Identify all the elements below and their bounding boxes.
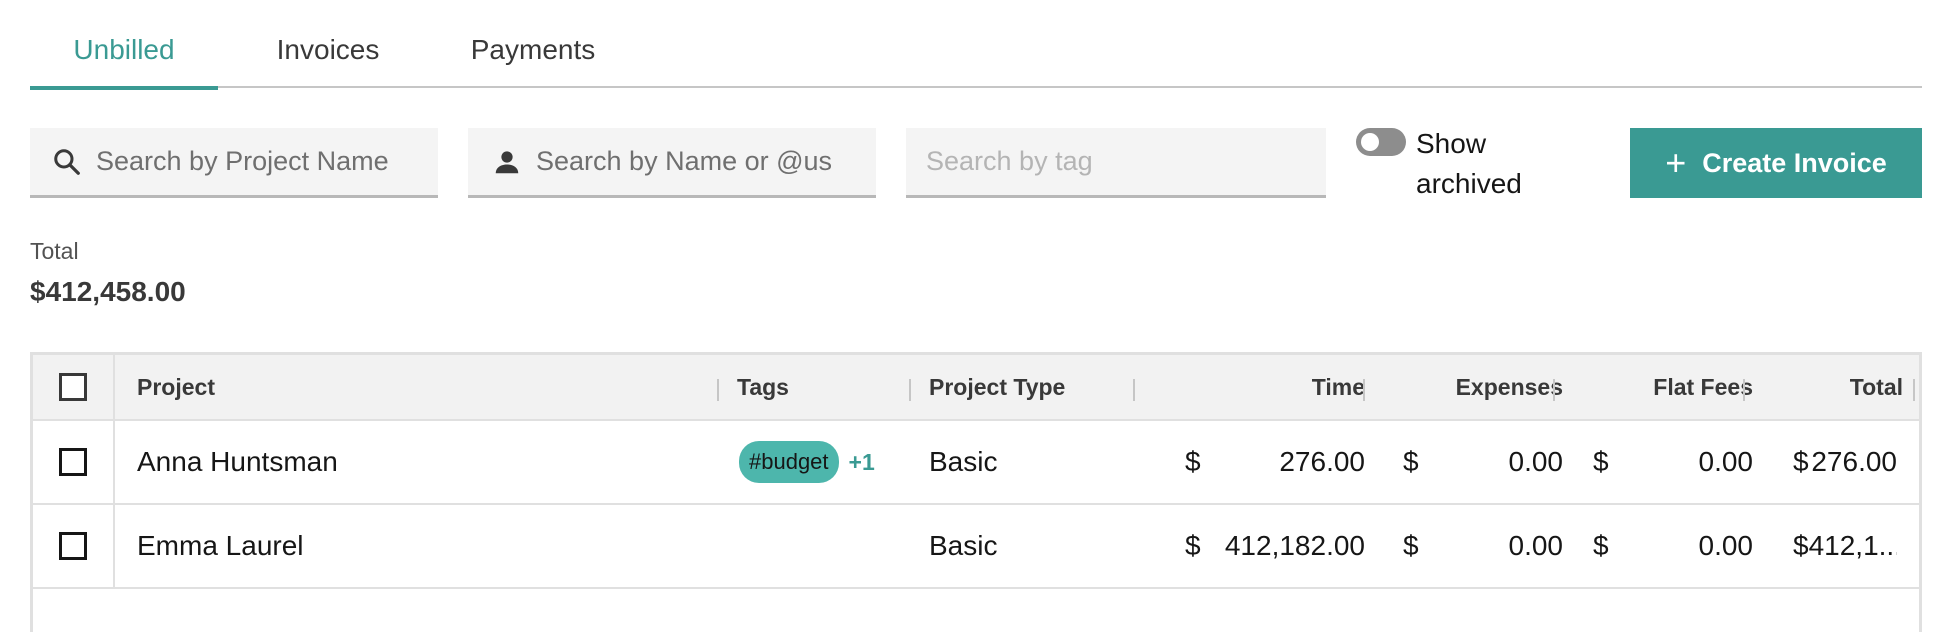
currency-symbol: $ (1403, 446, 1419, 477)
show-archived-label: Show archived (1416, 128, 1522, 199)
name-search-field[interactable] (468, 128, 876, 198)
table-row[interactable]: Emma Laurel Basic $ 412,182.00 $ 0.00 $ … (33, 505, 1919, 589)
time-amount: $ 276.00 (1155, 421, 1375, 503)
column-divider[interactable] (1913, 379, 1915, 401)
create-invoice-button[interactable]: + Create Invoice (1630, 128, 1922, 198)
currency-symbol: $ (1403, 530, 1419, 561)
unbilled-table: Project Tags Project Type Time Expenses … (30, 352, 1922, 632)
header-expenses[interactable]: Expenses (1383, 355, 1573, 419)
table-row[interactable]: Anna Huntsman #budget +1 Basic $ 276.00 … (33, 421, 1919, 505)
total-amount: $ 412,1... (1765, 505, 1925, 587)
plus-icon: + (1665, 142, 1687, 183)
flat-fees-value: 0.00 (1698, 446, 1754, 477)
row-checkbox[interactable] (59, 532, 87, 560)
flat-fees-amount: $ 0.00 (1573, 421, 1763, 503)
currency-symbol: $ (1593, 446, 1609, 477)
total-value-cell: 276.00 (1811, 446, 1897, 477)
row-checkbox-cell (33, 505, 115, 587)
project-type: Basic (929, 446, 998, 477)
flat-fees-amount: $ 0.00 (1573, 505, 1763, 587)
tags-cell (737, 505, 917, 587)
currency-symbol: $ (1185, 530, 1201, 561)
header-checkbox-cell (33, 355, 115, 419)
header-project-type[interactable]: Project Type (929, 355, 1149, 419)
time-value: 276.00 (1279, 446, 1365, 477)
total-value: $412,458.00 (30, 276, 186, 307)
currency-symbol: $ (1185, 446, 1201, 477)
column-divider[interactable] (1363, 379, 1365, 401)
currency-symbol: $ (1793, 530, 1809, 561)
project-search-input[interactable] (96, 146, 438, 177)
column-divider[interactable] (1133, 379, 1135, 401)
project-type: Basic (929, 530, 998, 561)
more-tags-count[interactable]: +1 (849, 449, 875, 476)
expenses-amount: $ 0.00 (1383, 421, 1573, 503)
total-value-cell: 412,1... (1808, 530, 1897, 561)
header-total[interactable]: Total (1765, 355, 1925, 419)
header-time[interactable]: Time (1155, 355, 1375, 419)
table-header-row: Project Tags Project Type Time Expenses … (33, 355, 1919, 421)
tab-bar: Unbilled Invoices Payments (30, 0, 1922, 90)
search-icon (54, 148, 80, 175)
project-name[interactable]: Anna Huntsman (137, 421, 597, 503)
header-tags[interactable]: Tags (737, 355, 917, 419)
name-search-input[interactable] (536, 146, 876, 177)
tags-cell: #budget +1 (737, 421, 917, 503)
currency-symbol: $ (1793, 446, 1809, 477)
column-divider[interactable] (717, 379, 719, 401)
tag-badge[interactable]: #budget (739, 441, 839, 483)
row-checkbox[interactable] (59, 448, 87, 476)
project-name[interactable]: Emma Laurel (137, 505, 597, 587)
tab-invoices[interactable]: Invoices (248, 30, 408, 88)
tab-payments[interactable]: Payments (444, 30, 622, 88)
tab-unbilled[interactable]: Unbilled (30, 30, 218, 90)
column-divider[interactable] (909, 379, 911, 401)
row-checkbox-cell (33, 421, 115, 503)
user-icon (495, 150, 519, 173)
currency-symbol: $ (1593, 530, 1609, 561)
column-divider[interactable] (1743, 379, 1745, 401)
tag-search-input[interactable] (926, 146, 1326, 177)
select-all-checkbox[interactable] (59, 373, 87, 401)
flat-fees-value: 0.00 (1698, 530, 1754, 561)
header-flat-fees[interactable]: Flat Fees (1573, 355, 1763, 419)
project-search-field[interactable] (30, 128, 438, 198)
header-project[interactable]: Project (137, 355, 597, 419)
total-label: Total (30, 238, 79, 264)
total-amount: $ 276.00 (1765, 421, 1925, 503)
column-divider[interactable] (1553, 379, 1555, 401)
time-value: 412,182.00 (1224, 530, 1365, 561)
create-invoice-label: Create Invoice (1702, 147, 1887, 178)
show-archived-toggle[interactable] (1356, 128, 1406, 156)
expenses-value: 0.00 (1508, 446, 1564, 477)
expenses-value: 0.00 (1508, 530, 1564, 561)
expenses-amount: $ 0.00 (1383, 505, 1573, 587)
time-amount: $ 412,182.00 (1155, 505, 1375, 587)
tag-search-field[interactable] (906, 128, 1326, 198)
